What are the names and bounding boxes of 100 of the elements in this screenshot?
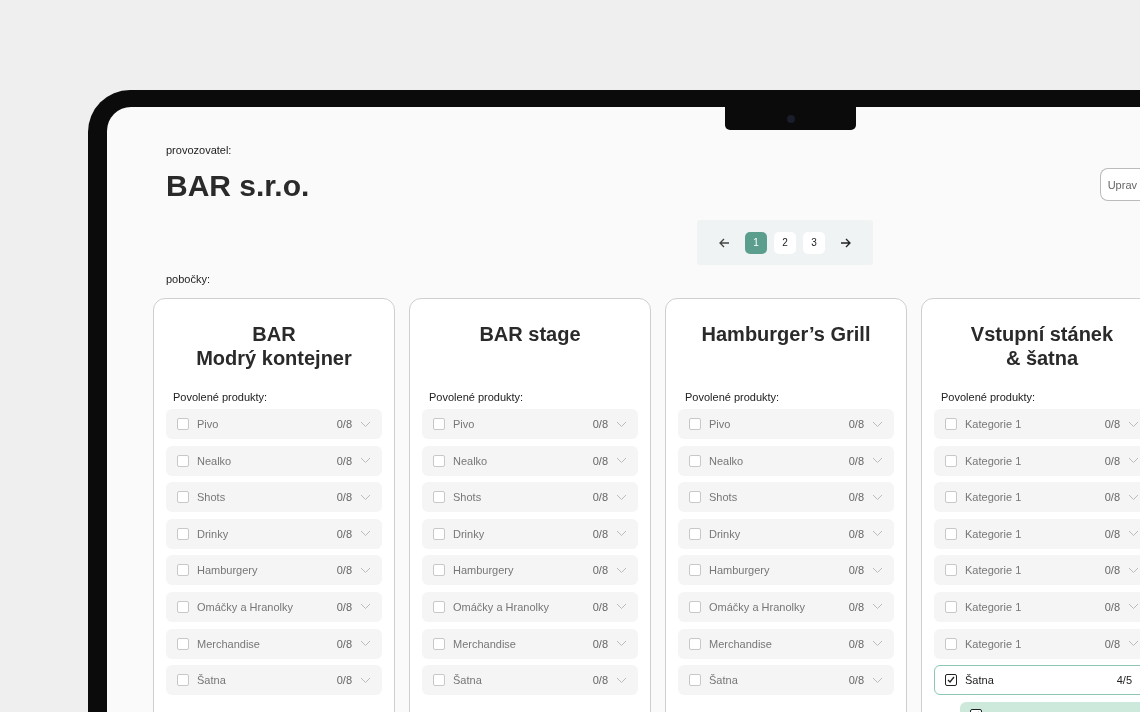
- edit-button[interactable]: Uprav: [1099, 168, 1140, 201]
- chevron-down-icon[interactable]: [616, 457, 627, 465]
- chevron-down-icon[interactable]: [616, 676, 627, 684]
- category-name: Kategorie 1: [965, 600, 1023, 613]
- category-count: 0/8: [1104, 527, 1120, 540]
- chevron-down-icon[interactable]: [872, 603, 883, 611]
- chevron-down-icon[interactable]: [872, 530, 883, 538]
- chevron-down-icon[interactable]: [872, 493, 883, 501]
- chevron-down-icon[interactable]: [1128, 420, 1139, 428]
- category-row[interactable]: Merchandise 0/8: [422, 628, 638, 659]
- category-row[interactable]: Kategorie 1 0/8: [934, 482, 1140, 513]
- chevron-down-icon[interactable]: [872, 566, 883, 574]
- chevron-down-icon[interactable]: [1128, 457, 1139, 465]
- chevron-down-icon[interactable]: [872, 676, 883, 684]
- category-name: Hamburgery: [197, 564, 259, 577]
- category-name: Pivo: [453, 418, 476, 430]
- chevron-down-icon[interactable]: [360, 603, 371, 611]
- category-row[interactable]: Šatna 0/8: [166, 665, 382, 696]
- category-row[interactable]: Drinky 0/8: [678, 518, 894, 549]
- chevron-down-icon[interactable]: [1128, 640, 1139, 648]
- category-row[interactable]: Nealko 0/8: [166, 445, 382, 476]
- category-row[interactable]: Hamburgery 0/8: [166, 555, 382, 586]
- category-row[interactable]: Shots 0/8: [422, 482, 638, 513]
- chevron-down-icon[interactable]: [616, 530, 627, 538]
- category-count: 0/8: [336, 454, 352, 467]
- chevron-down-icon[interactable]: [360, 530, 371, 538]
- chevron-down-icon[interactable]: [1128, 530, 1139, 538]
- page-button[interactable]: 1: [745, 231, 767, 254]
- category-row[interactable]: Kategorie 1 0/8: [934, 628, 1140, 659]
- category-name: Kategorie 1: [965, 491, 1023, 504]
- chevron-down-icon[interactable]: [616, 566, 627, 574]
- category-name: Kategorie 1: [965, 564, 1023, 577]
- products-label: Povolené produkty:: [429, 390, 525, 404]
- chevron-down-icon[interactable]: [616, 420, 627, 428]
- chevron-down-icon[interactable]: [872, 420, 883, 428]
- category-row[interactable]: Omáčky a Hranolky 0/8: [422, 591, 638, 622]
- category-row[interactable]: Hamburgery 0/8: [422, 555, 638, 586]
- page-button[interactable]: 2: [774, 231, 796, 254]
- category-name: Merchandise: [709, 637, 773, 650]
- chevron-down-icon[interactable]: [360, 676, 371, 684]
- category-count: 0/8: [336, 600, 352, 613]
- category-row[interactable]: Drinky 0/8: [422, 518, 638, 549]
- category-name: Kategorie 1: [965, 637, 1023, 650]
- category-row[interactable]: Merchandise 0/8: [166, 628, 382, 659]
- category-row[interactable]: Hamburgery 0/8: [678, 555, 894, 586]
- category-name: Šatna: [709, 674, 739, 687]
- category-row[interactable]: Pivo 0/8: [166, 409, 382, 439]
- category-name: Drinky: [709, 527, 742, 540]
- chevron-down-icon[interactable]: [360, 640, 371, 648]
- chevron-down-icon[interactable]: [1128, 493, 1139, 501]
- category-row[interactable]: Šatna 0/8: [422, 665, 638, 696]
- chevron-down-icon[interactable]: [360, 493, 371, 501]
- category-count: 0/8: [592, 674, 608, 687]
- chevron-down-icon[interactable]: [616, 493, 627, 501]
- checkbox[interactable]: [945, 674, 957, 687]
- category-name: Šatna: [453, 674, 483, 687]
- category-count: 0/8: [1104, 637, 1120, 650]
- category-count: 0/8: [592, 454, 608, 467]
- category-row[interactable]: Kategorie 1 0/8: [934, 518, 1140, 549]
- category-row[interactable]: Nealko 0/8: [678, 445, 894, 476]
- operator-name: BAR s.r.o.: [166, 168, 310, 204]
- category-row[interactable]: Omáčky a Hranolky 0/8: [678, 591, 894, 622]
- category-row[interactable]: Drinky 0/8: [166, 518, 382, 549]
- category-count: 0/8: [336, 564, 352, 577]
- category-row[interactable]: Pivo 0/8: [678, 409, 894, 439]
- chevron-down-icon[interactable]: [616, 603, 627, 611]
- chevron-down-icon[interactable]: [360, 566, 371, 574]
- category-row[interactable]: Shots 0/8: [678, 482, 894, 513]
- category-row[interactable]: Merchandise 0/8: [678, 628, 894, 659]
- category-row[interactable]: Pivo 0/8: [422, 409, 638, 439]
- category-row[interactable]: Shots 0/8: [166, 482, 382, 513]
- page-button[interactable]: 3: [803, 231, 825, 254]
- camera-icon: [786, 114, 795, 123]
- category-row[interactable]: Kategorie 1 0/8: [934, 409, 1140, 439]
- products-label: Povolené produkty:: [173, 390, 269, 404]
- products-label: Povolené produkty:: [685, 390, 781, 404]
- category-row[interactable]: Nealko 0/8: [422, 445, 638, 476]
- category-name: Shots: [709, 491, 739, 504]
- chevron-down-icon[interactable]: [872, 640, 883, 648]
- chevron-down-icon[interactable]: [1128, 566, 1139, 574]
- products-label: Povolené produkty:: [941, 390, 1037, 404]
- category-row[interactable]: Omáčky a Hranolky 0/8: [166, 591, 382, 622]
- chevron-down-icon[interactable]: [360, 420, 371, 428]
- category-row[interactable]: Kategorie 1 0/8: [934, 555, 1140, 586]
- chevron-down-icon[interactable]: [616, 640, 627, 648]
- chevron-down-icon[interactable]: [360, 457, 371, 465]
- category-row[interactable]: Kategorie 1 0/8: [934, 591, 1140, 622]
- category-row[interactable]: Kategorie 1 0/8: [934, 445, 1140, 476]
- category-name: Šatna: [197, 674, 227, 687]
- branches-label: pobočky:: [166, 272, 212, 286]
- chevron-down-icon[interactable]: [872, 457, 883, 465]
- category-name: Merchandise: [453, 637, 517, 650]
- category-name: Shots: [197, 491, 227, 504]
- chevron-down-icon[interactable]: [1128, 603, 1139, 611]
- category-count: 0/8: [848, 454, 864, 467]
- category-row[interactable]: Šatna 0/8: [678, 665, 894, 696]
- category-count: 0/8: [1104, 491, 1120, 504]
- category-row[interactable]: Šatna 4/5: [934, 665, 1140, 696]
- category-count: 0/8: [592, 564, 608, 577]
- category-count: 0/8: [848, 674, 864, 687]
